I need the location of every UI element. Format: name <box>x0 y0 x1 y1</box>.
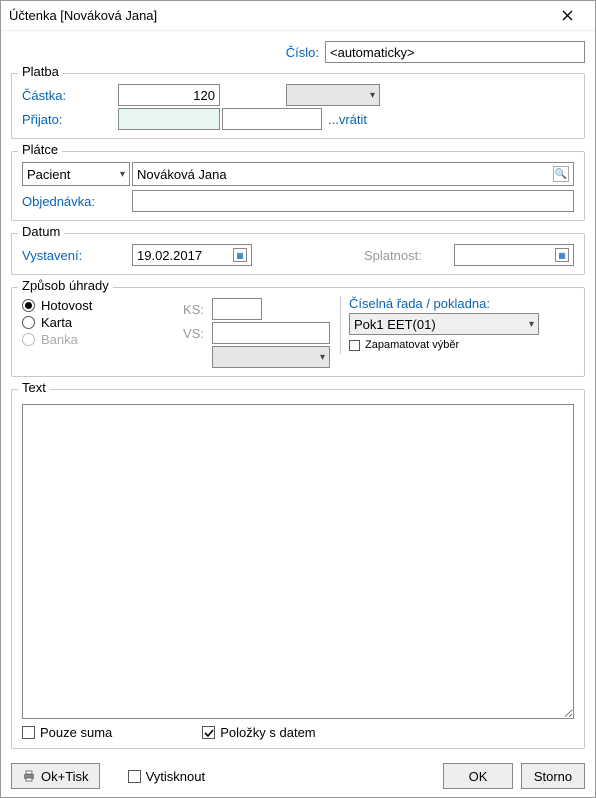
items-with-date-label: Položky s datem <box>220 725 315 740</box>
printer-icon <box>22 770 36 782</box>
ok-button[interactable]: OK <box>443 763 513 789</box>
ks-input[interactable] <box>212 298 262 320</box>
payer-type-select[interactable]: Pacient ▾ <box>22 162 130 186</box>
dialog-window: Účtenka [Nováková Jana] Číslo: Platba Čá… <box>0 0 596 798</box>
close-button[interactable] <box>547 2 587 30</box>
sum-only-label: Pouze suma <box>40 725 112 740</box>
vs-extra-select[interactable]: ▾ <box>212 346 330 368</box>
items-with-date-checkbox-row[interactable]: Položky s datem <box>202 725 315 740</box>
issued-date-input[interactable]: 19.02.2017 ▦ <box>132 244 252 266</box>
checkbox-icon <box>202 726 215 739</box>
order-label: Objednávka: <box>22 194 132 209</box>
text-fieldset: Text Pouze suma Položky s datem <box>11 389 585 749</box>
payment-fieldset: Platba Částka: ▾ Přijato: ...vrátit <box>11 73 585 139</box>
radio-icon <box>22 316 35 329</box>
ks-label: KS: <box>152 302 212 317</box>
number-label: Číslo: <box>286 45 319 60</box>
received-input[interactable] <box>118 108 220 130</box>
payer-name-field[interactable]: Nováková Jana 🔍 <box>132 162 574 186</box>
return-link[interactable]: ...vrátit <box>328 112 367 127</box>
text-legend: Text <box>18 380 50 395</box>
footer: Ok+Tisk Vytisknout OK Storno <box>1 763 595 797</box>
chevron-down-icon: ▾ <box>320 352 325 363</box>
ok-print-button[interactable]: Ok+Tisk <box>11 763 100 789</box>
chevron-down-icon: ▾ <box>370 90 375 101</box>
calendar-icon[interactable]: ▦ <box>555 248 569 262</box>
checkbox-icon <box>128 770 141 783</box>
payer-fieldset: Plátce Pacient ▾ Nováková Jana 🔍 Objedná… <box>11 151 585 221</box>
radio-hotovost[interactable]: Hotovost <box>22 298 152 313</box>
radio-karta[interactable]: Karta <box>22 315 152 330</box>
vs-label: VS: <box>152 326 212 341</box>
amount-input[interactable] <box>118 84 220 106</box>
series-value: Pok1 EET(01) <box>354 317 436 332</box>
due-label: Splatnost: <box>364 248 454 263</box>
method-legend: Způsob úhrady <box>18 278 113 293</box>
issued-label: Vystavení: <box>22 248 132 263</box>
number-input[interactable] <box>325 41 585 63</box>
text-textarea[interactable] <box>22 404 574 719</box>
titlebar: Účtenka [Nováková Jana] <box>1 1 595 31</box>
radio-icon <box>22 333 35 346</box>
method-fieldset: Způsob úhrady Hotovost Karta Banka KS: <box>11 287 585 377</box>
chevron-down-icon: ▾ <box>529 319 534 330</box>
payer-legend: Plátce <box>18 142 62 157</box>
payment-legend: Platba <box>18 64 63 79</box>
date-legend: Datum <box>18 224 64 239</box>
sum-only-checkbox-row[interactable]: Pouze suma <box>22 725 112 740</box>
order-input[interactable] <box>132 190 574 212</box>
issued-date-value: 19.02.2017 <box>137 248 202 263</box>
amount-label: Částka: <box>22 88 118 103</box>
remember-checkbox[interactable] <box>349 340 360 351</box>
search-icon[interactable]: 🔍 <box>553 166 569 182</box>
due-date-input[interactable]: ▦ <box>454 244 574 266</box>
payer-type-value: Pacient <box>27 167 70 182</box>
separator <box>340 296 341 354</box>
calendar-icon[interactable]: ▦ <box>233 248 247 262</box>
received-label: Přijato: <box>22 112 118 127</box>
vs-input[interactable] <box>212 322 330 344</box>
change-input[interactable] <box>222 108 322 130</box>
series-select[interactable]: Pok1 EET(01) ▾ <box>349 313 539 335</box>
titlebar-title: Účtenka [Nováková Jana] <box>9 8 547 23</box>
chevron-down-icon: ▾ <box>120 169 125 180</box>
series-label: Číselná řada / pokladna: <box>349 296 574 311</box>
date-fieldset: Datum Vystavení: 19.02.2017 ▦ Splatnost:… <box>11 233 585 275</box>
print-checkbox-label: Vytisknout <box>146 769 206 784</box>
payer-name-value: Nováková Jana <box>137 167 227 182</box>
cancel-button[interactable]: Storno <box>521 763 585 789</box>
remember-label: Zapamatovat výběr <box>365 339 459 351</box>
radio-banka: Banka <box>22 332 152 347</box>
checkbox-icon <box>22 726 35 739</box>
currency-select[interactable]: ▾ <box>286 84 380 106</box>
radio-icon <box>22 299 35 312</box>
print-checkbox-row[interactable]: Vytisknout <box>128 769 206 784</box>
